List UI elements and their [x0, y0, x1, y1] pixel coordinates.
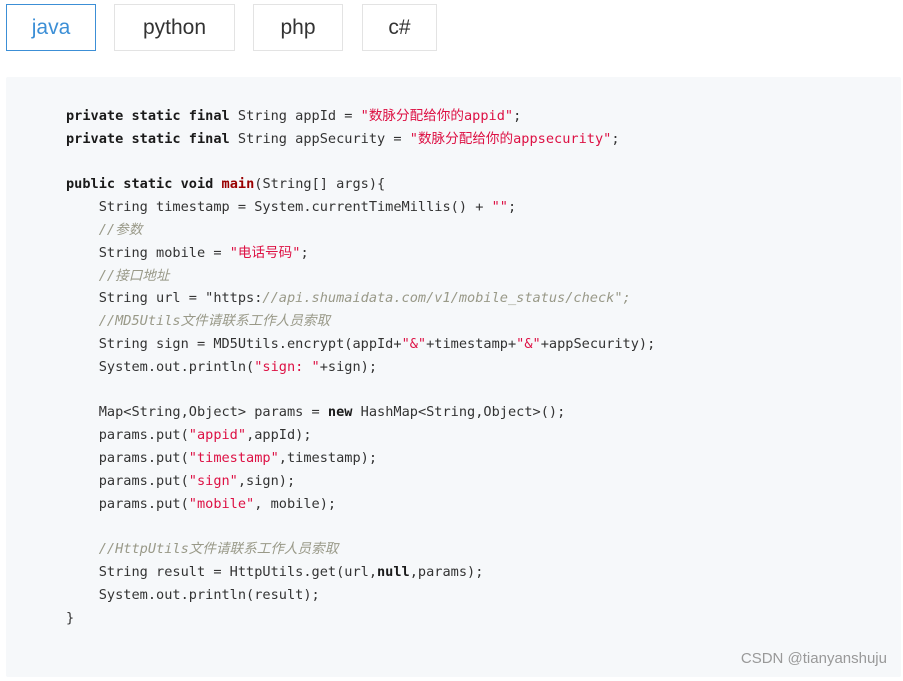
code-line: private static final String appId = "数脉分… — [66, 108, 522, 124]
code-line: String result = HttpUtils.get(url,null,p… — [66, 563, 484, 580]
csdn-watermark: CSDN @tianyanshuju — [740, 650, 887, 667]
tab-label-csharp: c# — [388, 15, 411, 39]
code-block: private static final String appId = "数脉分… — [66, 105, 655, 629]
code-line: //HttpUtils文件请联系工作人员索取 — [98, 541, 339, 558]
code-line: //MD5Utils文件请联系工作人员索取 — [98, 313, 331, 330]
code-line: params.put("mobile", mobile); — [66, 495, 337, 512]
code-line: //接口地址 — [98, 267, 170, 284]
code-line: params.put("sign",sign); — [66, 472, 296, 489]
code-line: //参数 — [98, 221, 143, 238]
tab-label-python: python — [142, 15, 207, 39]
code-line: params.put("timestamp",timestamp); — [66, 449, 378, 466]
code-panel: private static final String appId = "数脉分… — [6, 77, 901, 677]
tab-java[interactable]: java — [6, 4, 96, 51]
tab-label-java: java — [31, 15, 71, 39]
code-line: System.out.println(result); — [66, 586, 320, 603]
tab-label-php: php — [280, 15, 316, 39]
code-line: System.out.println("sign: "+sign); — [66, 358, 378, 375]
code-line: String sign = MD5Utils.encrypt(appId+"&"… — [66, 335, 656, 352]
tab-csharp[interactable]: c# — [362, 4, 437, 51]
code-line: private static final String appSecurity … — [66, 130, 620, 147]
code-line: public static void main(String[] args){ — [66, 176, 386, 193]
code-line: String url = "https://api.shumaidata.com… — [66, 290, 631, 307]
code-line: Map<String,Object> params = new HashMap<… — [66, 404, 566, 421]
code-line: String timestamp = System.currentTimeMil… — [66, 199, 517, 216]
tab-python[interactable]: python — [114, 4, 235, 51]
code-line: params.put("appid",appId); — [66, 427, 312, 444]
tab-php[interactable]: php — [253, 4, 343, 51]
code-line: String mobile = "电话号码"; — [66, 244, 309, 261]
code-line: } — [66, 609, 75, 626]
